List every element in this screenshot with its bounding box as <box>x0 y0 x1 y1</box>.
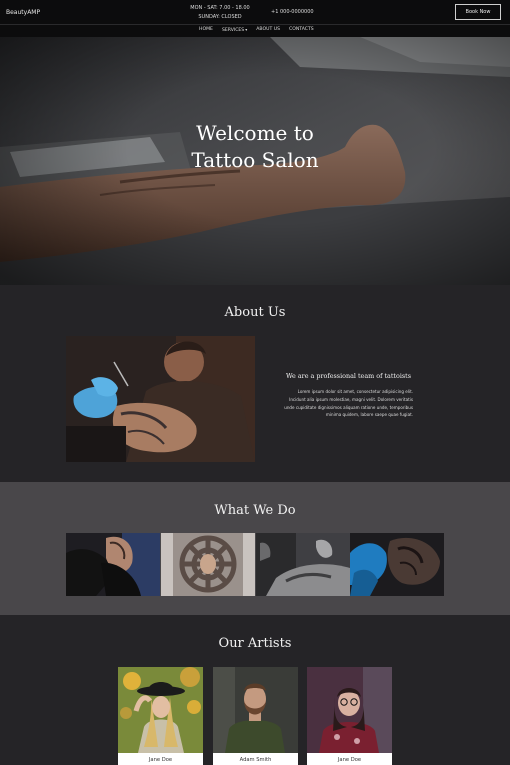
artists-section: Our Artists Jane Doe Adam Smith Jane Doe <box>0 615 510 765</box>
top-header: BeautyAMP MON - SAT: 7.00 - 18.00 SUNDAY… <box>0 0 510 37</box>
book-now-button[interactable]: Book Now <box>455 4 501 20</box>
hours-sunday: SUNDAY: CLOSED <box>198 14 242 20</box>
artist-name: Jane Doe <box>148 757 173 763</box>
main-nav: HOME SERVICES▾ ABOUT US CONTACTS <box>199 27 314 33</box>
phone-number[interactable]: +1 000-0000000 <box>271 9 314 15</box>
nav-item-services-label: SERVICES <box>221 28 245 33</box>
service-image-gloves[interactable] <box>350 533 444 596</box>
artist-card[interactable]: Jane Doe <box>118 667 203 765</box>
opening-hours: MON - SAT: 7.00 - 18.00 SUNDAY: CLOSED <box>180 4 260 22</box>
services-title: What We Do <box>214 503 296 518</box>
services-section: What We Do <box>0 482 510 615</box>
artist-name: Adam Smith <box>239 757 272 763</box>
services-gallery <box>66 533 444 596</box>
artist-card[interactable]: Adam Smith <box>213 667 298 765</box>
hours-weekdays: MON - SAT: 7.00 - 18.00 <box>190 5 250 11</box>
service-image-sleeve[interactable] <box>256 533 350 596</box>
artist-photo <box>307 667 392 753</box>
hero-banner: Welcome to Tattoo Salon <box>0 37 510 285</box>
artists-title: Our Artists <box>218 636 292 651</box>
nav-item-contacts[interactable]: CONTACTS <box>289 27 314 33</box>
tattoo-artist-photo <box>66 336 255 462</box>
artist-name: Jane Doe <box>337 757 362 763</box>
about-heading: We are a professional team of tattoists <box>286 372 412 380</box>
nav-item-services[interactable]: SERVICES▾ <box>222 27 247 33</box>
chevron-down-icon: ▾ <box>245 27 248 32</box>
service-image-tattooing[interactable] <box>66 533 160 596</box>
about-section: About Us We are a professional team of t… <box>0 285 510 482</box>
nav-item-about-us[interactable]: ABOUT US <box>256 27 280 33</box>
hero-title-line1: Welcome to <box>196 121 314 145</box>
nav-divider <box>0 24 510 25</box>
hero-title-line2: Tattoo Salon <box>191 148 319 172</box>
brand-logo[interactable]: BeautyAMP <box>6 9 40 16</box>
service-image-art[interactable] <box>161 533 255 596</box>
nav-item-home[interactable]: HOME <box>199 27 213 33</box>
hero-title: Welcome to Tattoo Salon <box>0 120 510 174</box>
about-title: About Us <box>224 305 286 320</box>
artist-card[interactable]: Jane Doe <box>307 667 392 765</box>
artist-photo <box>118 667 203 753</box>
artist-photo <box>213 667 298 753</box>
about-description: Lorem ipsum dolor sit amet, consectetur … <box>284 389 413 418</box>
